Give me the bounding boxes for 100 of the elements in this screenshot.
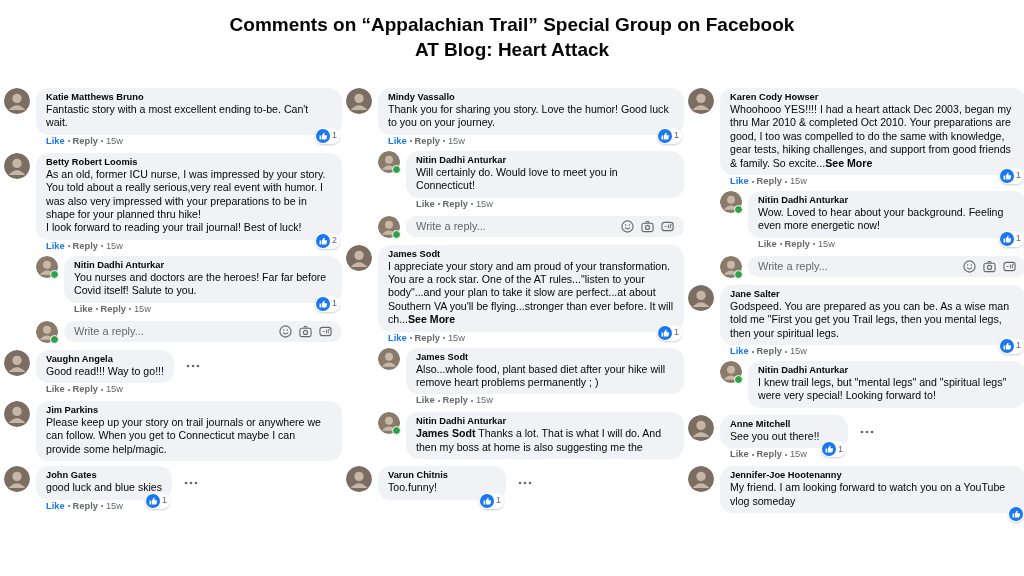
comment-time[interactable]: 15w [105,499,123,513]
reply-link[interactable]: Reply [72,239,98,253]
reply-field[interactable]: Write a reply... [64,320,342,342]
reply-link[interactable]: Reply [756,175,782,189]
comment-time[interactable]: 15w [133,302,151,316]
reply-link[interactable]: Reply [756,345,782,359]
like-link[interactable]: Like [46,134,65,148]
reply-link[interactable]: Reply [442,197,468,211]
avatar-icon[interactable] [720,255,742,278]
gif-icon[interactable] [319,324,332,338]
avatar-icon[interactable] [4,88,30,114]
like-link[interactable]: Like [46,383,65,397]
see-more-link[interactable]: See More [408,313,456,326]
reply-input[interactable]: Write a reply... [416,220,614,233]
avatar-icon[interactable] [378,215,400,238]
commenter-name[interactable]: Vaughn Angela [46,352,164,365]
reply-link[interactable]: Reply [784,237,810,251]
like-link[interactable]: Like [388,134,407,148]
avatar-icon[interactable] [36,320,58,343]
avatar-icon[interactable] [4,401,30,428]
comment-time[interactable]: 15w [817,237,835,251]
like-link[interactable]: Like [730,175,749,189]
commenter-name[interactable]: Karen Cody Howser [730,91,1016,103]
avatar-icon[interactable] [688,414,714,441]
avatar-icon[interactable] [346,244,372,271]
like-link[interactable]: Like [388,331,407,345]
gif-icon[interactable] [1003,259,1016,273]
commenter-name[interactable]: Anne Mitchell [730,417,838,430]
commenter-name[interactable]: Jennifer-Joe Hootenanny [730,469,1016,482]
avatar-icon[interactable] [346,466,372,493]
commenter-name[interactable]: Jane Salter [730,287,1016,300]
commenter-name[interactable]: Mindy Vassallo [388,91,674,103]
comment-time[interactable]: 15w [789,345,807,359]
commenter-name[interactable]: Nitin Dadhi Anturkar [758,364,1016,377]
reaction-badge[interactable]: 1 [315,295,340,312]
reaction-badge[interactable]: 1 [657,324,682,341]
reaction-badge[interactable]: 1 [821,441,846,458]
like-link[interactable]: Like [758,237,777,251]
like-link[interactable]: Like [74,302,93,316]
commenter-name[interactable]: Jim Parkins [46,404,332,417]
commenter-name[interactable]: Katie Matthews Bruno [46,91,332,103]
avatar-icon[interactable] [4,152,30,179]
reaction-badge[interactable]: 1 [315,127,340,144]
comment-time[interactable]: 15w [105,239,123,253]
emoji-icon[interactable] [963,259,976,273]
reply-input[interactable]: Write a reply... [74,325,272,338]
commenter-name[interactable]: Nitin Dadhi Anturkar [416,415,674,428]
comment-time[interactable]: 15w [447,331,465,345]
commenter-name[interactable]: Nitin Dadhi Anturkar [74,258,332,271]
more-options-icon[interactable] [185,364,200,369]
like-link[interactable]: Like [730,345,749,359]
commenter-name[interactable]: Nitin Dadhi Anturkar [758,194,1016,207]
comment-time[interactable]: 15w [475,197,493,211]
reply-link[interactable]: Reply [756,448,782,462]
reaction-badge[interactable]: 1 [999,230,1024,247]
reaction-badge[interactable]: 1 [479,492,504,509]
reaction-badge[interactable]: 1 [999,168,1024,185]
comment-time[interactable]: 15w [789,448,807,462]
commenter-name[interactable]: John Gates [46,469,163,482]
reaction-badge[interactable]: 1 [145,492,171,509]
reply-link[interactable]: Reply [72,499,98,513]
more-options-icon[interactable] [860,429,874,434]
commenter-name[interactable]: Betty Robert Loomis [46,155,332,168]
camera-icon[interactable] [641,219,654,233]
avatar-icon[interactable] [36,255,58,278]
reaction-badge[interactable]: 2 [315,232,340,249]
comment-time[interactable]: 15w [105,134,123,148]
reply-link[interactable]: Reply [414,331,440,345]
commenter-name[interactable]: Varun Chitnis [388,469,496,482]
avatar-icon[interactable] [688,466,714,493]
reply-link[interactable]: Reply [414,134,440,148]
comment-time[interactable]: 15w [105,383,123,397]
reply-link[interactable]: Reply [72,383,98,397]
avatar-icon[interactable] [378,150,400,173]
camera-icon[interactable] [299,324,312,338]
avatar-icon[interactable] [4,466,30,493]
avatar-icon[interactable] [688,88,714,114]
reaction-badge[interactable]: 1 [657,127,682,144]
like-link[interactable]: Like [46,239,65,253]
reaction-badge[interactable]: 1 [999,338,1024,355]
like-link[interactable]: Like [416,197,435,211]
comment-time[interactable]: 15w [475,394,493,408]
comment-time[interactable]: 15w [447,134,465,148]
avatar-icon[interactable] [378,347,400,370]
emoji-icon[interactable] [279,324,292,338]
reaction-badge[interactable] [1008,506,1024,523]
avatar-icon[interactable] [688,284,714,311]
commenter-name[interactable]: James Sodt [416,350,674,363]
avatar-icon[interactable] [346,88,372,114]
reply-link[interactable]: Reply [442,394,468,408]
commenter-name[interactable]: Nitin Dadhi Anturkar [416,153,674,166]
see-more-link[interactable]: See More [825,156,873,169]
gif-icon[interactable] [661,219,674,233]
like-link[interactable]: Like [46,499,65,513]
like-link[interactable]: Like [416,394,435,408]
reply-input[interactable]: Write a reply... [758,260,956,273]
reply-link[interactable]: Reply [100,302,126,316]
reply-field[interactable]: Write a reply... [406,215,684,237]
reply-link[interactable]: Reply [72,134,98,148]
comment-time[interactable]: 15w [789,175,807,189]
